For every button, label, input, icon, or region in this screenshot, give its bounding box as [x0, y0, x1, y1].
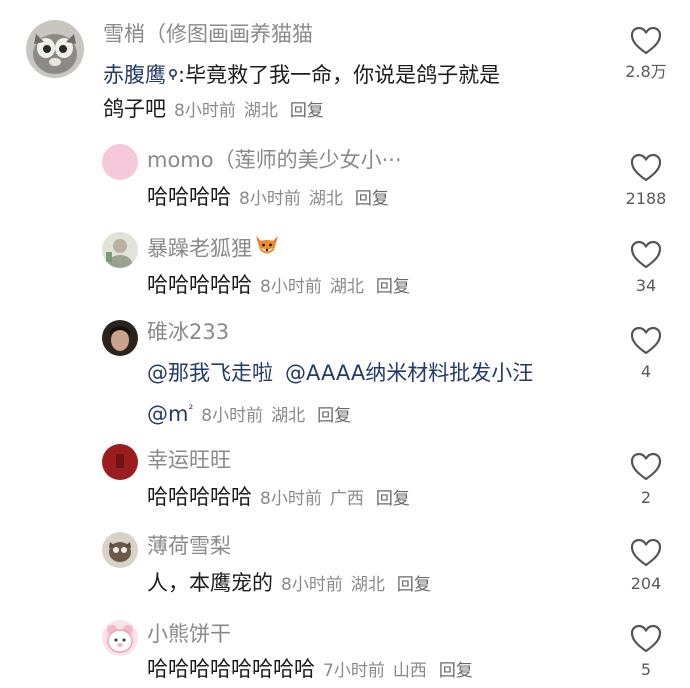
comment-location: 湖北 [271, 406, 306, 426]
comment-text: 哈哈哈哈哈 [147, 485, 252, 509]
reply-button[interactable]: 回复 [355, 189, 389, 209]
comment-text: 人，本鹰宠的 [147, 571, 273, 595]
avatar[interactable] [102, 620, 138, 656]
like-count: 2.8万 [625, 62, 667, 81]
reply-button[interactable]: 回复 [290, 101, 324, 121]
heart-outline-icon [616, 538, 676, 568]
comment-body: 哈哈哈哈哈 8小时前 湖北 回复 [147, 270, 410, 302]
like-button[interactable]: 34 [616, 240, 676, 296]
comment-location: 广西 [329, 489, 364, 509]
avatar[interactable] [102, 532, 138, 568]
like-count: 4 [640, 362, 652, 381]
comment-body: 人，本鹰宠的 8小时前 湖北 回复 [147, 568, 431, 600]
comment-body-line2: 鸽子吧 8小时前 湖北 回复 [103, 94, 324, 126]
heart-outline-icon [616, 153, 676, 183]
comment-time: 8小时前 [239, 189, 301, 209]
comment-body: 哈哈哈哈 8小时前 湖北 回复 [147, 182, 389, 214]
like-count: 5 [640, 660, 652, 679]
comment-text-line2: 鸽子吧 [103, 97, 166, 121]
comment-location: 湖北 [350, 575, 385, 595]
mention-link[interactable]: @那我飞走啦 [147, 361, 273, 385]
like-count: 2 [640, 488, 652, 507]
comment-item: 碓冰233 @那我飞走啦 @AAAA纳米材料批发小汪 @m² 8小时前 湖北 回复 4 [0, 316, 690, 436]
like-count: 2188 [625, 189, 667, 208]
comment-username[interactable]: 雪梢（修图画画养猫猫 [103, 20, 313, 48]
reply-button[interactable]: 回复 [439, 661, 473, 681]
comment-item: momo（莲师的美少女小··· 哈哈哈哈 8小时前 湖北 回复 2188 [0, 140, 690, 225]
comment-location: 湖北 [243, 101, 278, 121]
like-button[interactable]: 204 [616, 538, 676, 594]
like-count: 34 [635, 276, 657, 295]
heart-outline-icon [616, 240, 676, 270]
mention-sup: ² [188, 402, 194, 416]
comment-location: 湖北 [308, 189, 343, 209]
comment-body: 赤腹鹰 :毕竟救了我一命，你说是鸽子就是 [103, 60, 500, 90]
avatar[interactable] [102, 444, 138, 480]
comment-location: 湖北 [329, 277, 364, 297]
fox-emoji-icon [254, 234, 280, 265]
comment-text: :毕竟救了我一命，你说是鸽子就是 [178, 63, 501, 87]
reply-button[interactable]: 回复 [376, 277, 410, 297]
comment-text: 哈哈哈哈哈哈哈哈 [147, 657, 315, 681]
reply-button[interactable]: 回复 [376, 489, 410, 509]
comment-item: 薄荷雪梨 人，本鹰宠的 8小时前 湖北 回复 204 [0, 530, 690, 618]
comment-username[interactable]: 幸运旺旺 [147, 446, 231, 474]
comment-body: 哈哈哈哈哈哈哈哈 7小时前 山西 回复 [147, 654, 473, 686]
comment-text: 哈哈哈哈 [147, 185, 231, 209]
reply-button[interactable]: 回复 [397, 575, 431, 595]
reply-button[interactable]: 回复 [317, 406, 351, 426]
comment-body-line2: @m² 8小时前 湖北 回复 [147, 394, 351, 431]
comment-username[interactable]: 薄荷雪梨 [147, 532, 231, 560]
like-button[interactable]: 2.8万 [616, 26, 676, 82]
avatar[interactable] [26, 20, 84, 78]
avatar[interactable] [102, 144, 138, 180]
mention-text[interactable]: @m [147, 402, 188, 426]
comment-item: 幸运旺旺 哈哈哈哈哈 8小时前 广西 回复 2 [0, 442, 690, 530]
comment-username[interactable]: 暴躁老狐狸 [147, 234, 280, 265]
comment-time: 8小时前 [174, 101, 236, 121]
mention-link[interactable]: @m² [147, 402, 193, 426]
comment-username[interactable]: 小熊饼干 [147, 620, 231, 648]
comment-body: @那我飞走啦 @AAAA纳米材料批发小汪 [147, 358, 533, 388]
comment-item: 小熊饼干 哈哈哈哈哈哈哈哈 7小时前 山西 回复 5 [0, 616, 690, 688]
like-button[interactable]: 4 [616, 326, 676, 382]
like-button[interactable]: 2188 [616, 153, 676, 209]
like-button[interactable]: 2 [616, 452, 676, 508]
heart-outline-icon [616, 624, 676, 654]
heart-outline-icon [616, 26, 676, 56]
comment-item: 雪梢（修图画画养猫猫 赤腹鹰 :毕竟救了我一命，你说是鸽子就是 鸽子吧 8小时前 湖北… [0, 0, 690, 140]
mention-link[interactable]: @AAAA纳米材料批发小汪 [285, 361, 533, 385]
like-count: 204 [630, 574, 662, 593]
like-button[interactable]: 5 [616, 624, 676, 680]
avatar[interactable] [102, 232, 138, 268]
comment-time: 7小时前 [323, 661, 385, 681]
comment-body: 哈哈哈哈哈 8小时前 广西 回复 [147, 482, 410, 514]
avatar[interactable] [102, 320, 138, 356]
comment-username-text[interactable]: 暴躁老狐狸 [147, 237, 252, 261]
location-pin-icon [168, 60, 178, 90]
comment-time: 8小时前 [201, 406, 264, 426]
comment-username[interactable]: momo（莲师的美少女小··· [147, 146, 402, 174]
comment-time: 8小时前 [281, 575, 343, 595]
comment-time: 8小时前 [260, 489, 322, 509]
comment-item: 暴躁老狐狸 哈哈哈哈哈 8小时前 湖北 回复 34 [0, 228, 690, 313]
comment-text: 哈哈哈哈哈 [147, 273, 252, 297]
comment-time: 8小时前 [260, 277, 322, 297]
heart-outline-icon [616, 326, 676, 356]
comment-username[interactable]: 碓冰233 [147, 318, 229, 346]
comment-location: 山西 [392, 661, 427, 681]
heart-outline-icon [616, 452, 676, 482]
mention-link[interactable]: 赤腹鹰 [103, 63, 166, 87]
